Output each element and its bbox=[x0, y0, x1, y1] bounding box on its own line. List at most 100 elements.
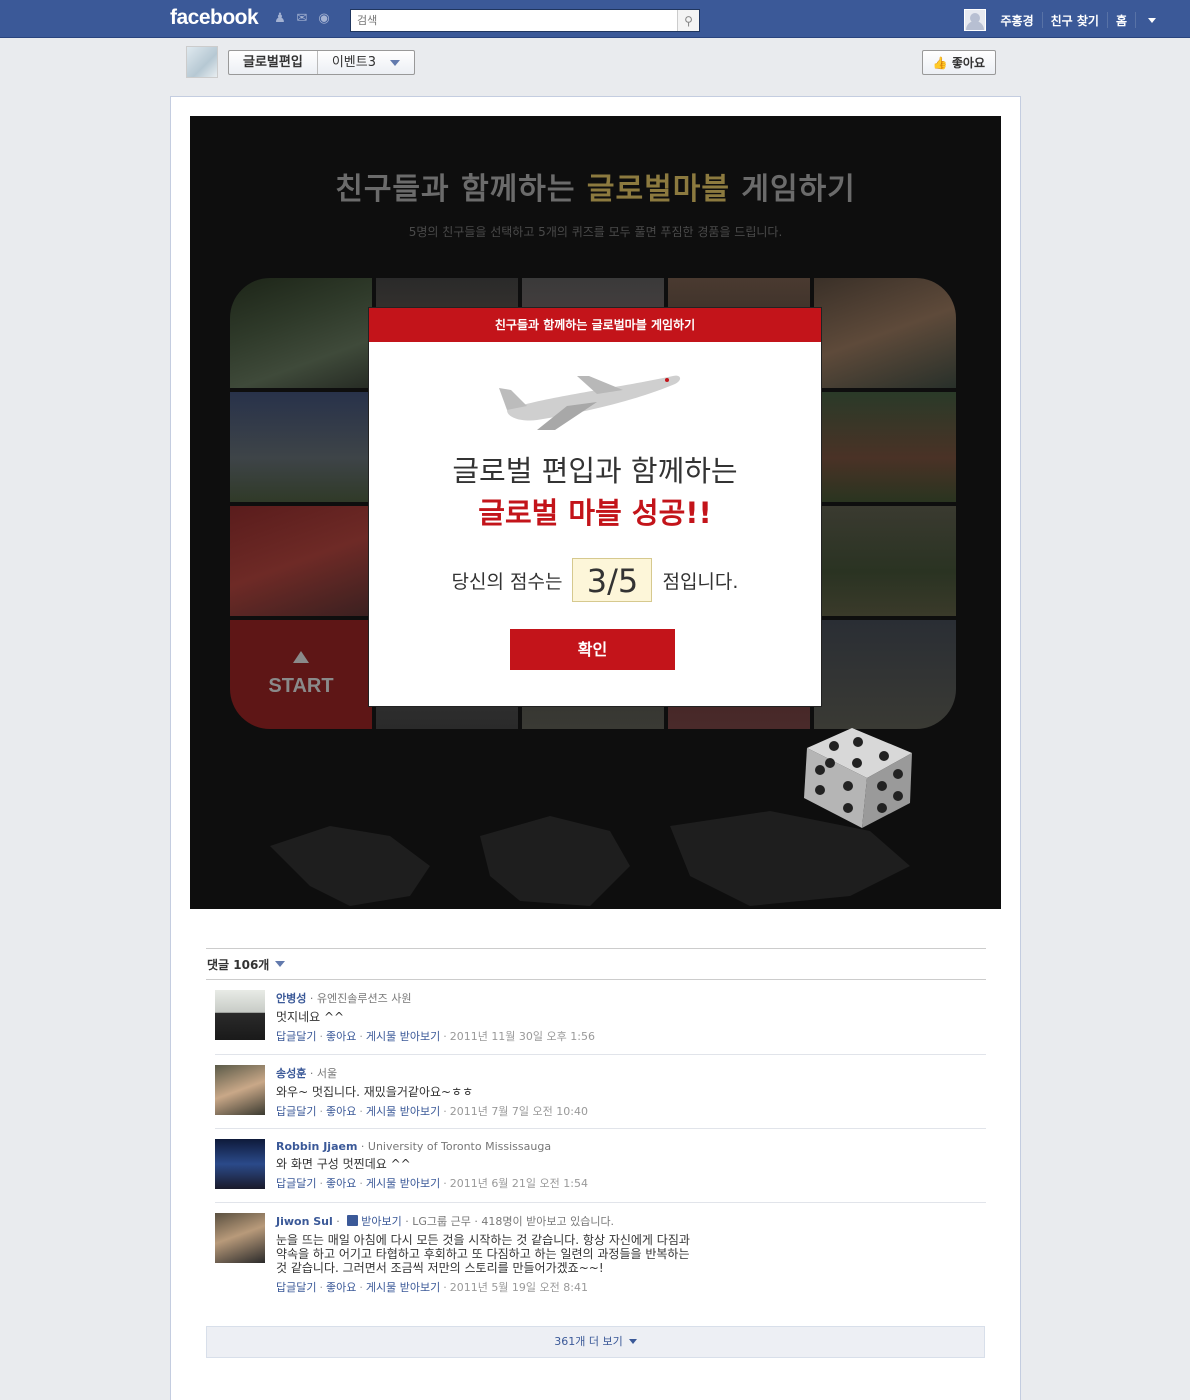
top-right-nav: 주홍경 친구 찾기 홈 bbox=[964, 8, 1156, 32]
reply-link[interactable]: 답글달기 bbox=[276, 1030, 316, 1043]
search-icon[interactable]: ⚲ bbox=[677, 10, 699, 31]
game-title-plain: 친구들과 함께하는 bbox=[335, 172, 587, 207]
reply-link[interactable]: 답글달기 bbox=[276, 1105, 316, 1118]
avatar[interactable] bbox=[215, 1065, 265, 1115]
board-tile bbox=[814, 278, 956, 388]
start-tile: START bbox=[230, 620, 372, 729]
commenter-name[interactable]: 안병성 bbox=[276, 992, 306, 1005]
page-header: 글로벌편입 이벤트3 👍 좋아요 bbox=[170, 38, 1020, 88]
board-tile bbox=[230, 392, 372, 502]
notification-icons: ♟ ✉ ◉ bbox=[272, 12, 332, 26]
game-title: 친구들과 함께하는 글로벌마블 게임하기 bbox=[190, 164, 1001, 208]
comment-timestamp[interactable]: 2011년 7월 7일 오전 10:40 bbox=[450, 1105, 588, 1118]
avatar[interactable] bbox=[215, 1213, 265, 1263]
comment-timestamp[interactable]: 2011년 11월 30일 오후 1:56 bbox=[450, 1030, 595, 1043]
follow-post-link[interactable]: 게시물 받아보기 bbox=[366, 1030, 440, 1043]
chevron-down-icon bbox=[628, 1339, 637, 1344]
like-link[interactable]: 좋아요 bbox=[326, 1030, 356, 1043]
score-prefix: 당신의 점수는 bbox=[451, 570, 563, 593]
chevron-down-icon bbox=[275, 961, 286, 967]
board-tile bbox=[814, 392, 956, 502]
score-suffix: 점입니다. bbox=[662, 570, 739, 593]
comment-text: 눈을 뜨는 매일 아침에 다시 모든 것을 시작하는 것 같습니다. 항상 자신… bbox=[276, 1233, 690, 1275]
find-friends-link[interactable]: 친구 찾기 bbox=[1043, 12, 1107, 29]
modal-message-line1: 글로벌 편입과 함께하는 bbox=[452, 454, 738, 488]
meta-separator: · bbox=[332, 1215, 344, 1228]
search-input[interactable] bbox=[351, 10, 677, 31]
facebook-logo[interactable]: facebook bbox=[170, 6, 259, 30]
commenter-meta: · 유엔진솔루션즈 사원 bbox=[306, 992, 412, 1005]
game-subtitle: 5명의 친구들을 선택하고 5개의 퀴즈를 모두 풀면 푸짐한 경품을 드립니다… bbox=[408, 225, 783, 239]
like-label: 좋아요 bbox=[951, 56, 985, 70]
comment-timestamp[interactable]: 2011년 6월 21일 오전 1:54 bbox=[450, 1177, 588, 1190]
comments-section: 댓글 106개 안병성 · 유엔진솔루션즈 사원 멋지네요 ^^ 답글달기 · 좋아… bbox=[206, 948, 986, 1305]
comment-actions: 답글달기 · 좋아요 · 게시물 받아보기 · 2011년 6월 21일 오전 1:54 bbox=[276, 1177, 588, 1190]
comment-actions: 답글달기 · 좋아요 · 게시물 받아보기 · 2011년 5월 19일 오전 8:41 bbox=[276, 1281, 588, 1294]
commenter-name[interactable]: 송성훈 bbox=[276, 1067, 306, 1080]
commenter-meta: · University of Toronto Mississauga bbox=[357, 1140, 552, 1153]
follow-post-link[interactable]: 게시물 받아보기 bbox=[366, 1281, 440, 1294]
friend-requests-icon[interactable]: ♟ bbox=[272, 12, 288, 26]
game-title-end: 게임하기 bbox=[729, 172, 856, 207]
like-link[interactable]: 좋아요 bbox=[326, 1177, 356, 1190]
comment-timestamp[interactable]: 2011년 5월 19일 오전 8:41 bbox=[450, 1281, 588, 1294]
nav-divider bbox=[1135, 12, 1136, 28]
user-avatar[interactable] bbox=[964, 9, 987, 31]
game-title-highlight: 글로벌마블 bbox=[586, 172, 730, 207]
avatar[interactable] bbox=[215, 1139, 265, 1189]
airplane-icon bbox=[499, 375, 681, 430]
notifications-globe-icon[interactable]: ◉ bbox=[316, 12, 332, 26]
confirm-button[interactable]: 확인 bbox=[510, 629, 675, 670]
commenter-meta: · LG그룹 근무 · 418명이 받아보고 있습니다. bbox=[401, 1215, 615, 1228]
comment-item: 송성훈 · 서울 와우~ 멋집니다. 재밌을거같아요~ㅎㅎ 답글달기 · 좋아요 · 게… bbox=[215, 1055, 986, 1129]
page-thumbnail[interactable] bbox=[186, 46, 218, 78]
rss-icon bbox=[347, 1215, 359, 1226]
chevron-down-icon bbox=[389, 59, 400, 66]
commenter-name[interactable]: Jiwon Sul bbox=[276, 1215, 333, 1228]
breadcrumb-tab-name: 이벤트3 bbox=[331, 55, 376, 70]
breadcrumb-page-name[interactable]: 글로벌편입 bbox=[229, 51, 317, 74]
comments-header[interactable]: 댓글 106개 bbox=[206, 948, 986, 980]
score-value: 3/5 bbox=[572, 558, 653, 602]
follow-post-link[interactable]: 게시물 받아보기 bbox=[366, 1105, 440, 1118]
follow-post-link[interactable]: 게시물 받아보기 bbox=[366, 1177, 440, 1190]
load-more-label: 361개 더 보기 bbox=[554, 1335, 623, 1348]
home-link[interactable]: 홈 bbox=[1108, 12, 1135, 29]
avatar[interactable] bbox=[215, 990, 265, 1040]
start-label: START bbox=[268, 675, 334, 697]
breadcrumb: 글로벌편입 이벤트3 bbox=[228, 50, 415, 75]
modal-message-line2: 글로벌 마블 성공!! bbox=[478, 496, 712, 530]
comment-item: Jiwon Sul · 받아보기 · LG그룹 근무 · 418명이 받아보고 … bbox=[215, 1203, 986, 1305]
comment-text: 와 화면 구성 멋찐데요 ^^ bbox=[276, 1157, 411, 1171]
reply-link[interactable]: 답글달기 bbox=[276, 1177, 316, 1190]
like-link[interactable]: 좋아요 bbox=[326, 1105, 356, 1118]
comment-text: 와우~ 멋집니다. 재밌을거같아요~ㅎㅎ bbox=[276, 1085, 474, 1099]
commenter-name[interactable]: Robbin Jjaem bbox=[276, 1140, 357, 1153]
like-link[interactable]: 좋아요 bbox=[326, 1281, 356, 1294]
breadcrumb-tab-dropdown[interactable]: 이벤트3 bbox=[318, 51, 414, 74]
comment-actions: 답글달기 · 좋아요 · 게시물 받아보기 · 2011년 11월 30일 오후 1:56 bbox=[276, 1030, 595, 1043]
board-tile bbox=[814, 506, 956, 616]
result-modal: 친구들과 함께하는 글로벌마블 게임하기 글로벌 편입과 함께하는 글로벌 마블… bbox=[369, 308, 821, 706]
dice-graphic bbox=[804, 728, 912, 828]
load-more-comments-button[interactable]: 361개 더 보기 bbox=[206, 1326, 985, 1358]
content-panel: 친구들과 함께하는 글로벌마블 게임하기 5명의 친구들을 선택하고 5개의 퀴… bbox=[170, 96, 1021, 1400]
account-menu-chevron-down-icon[interactable] bbox=[1148, 17, 1156, 23]
search-bar: ⚲ bbox=[350, 9, 700, 32]
modal-header: 친구들과 함께하는 글로벌마블 게임하기 bbox=[369, 308, 821, 342]
start-arrow-icon bbox=[293, 651, 309, 663]
score-row: 당신의 점수는 3/5 점입니다. bbox=[369, 558, 821, 602]
user-name-link[interactable]: 주홍경 bbox=[992, 12, 1041, 29]
comments-count: 댓글 106개 bbox=[207, 957, 270, 972]
comment-text: 멋지네요 ^^ bbox=[276, 1010, 345, 1024]
subscribe-link[interactable]: 받아보기 bbox=[361, 1215, 401, 1228]
board-tile bbox=[230, 506, 372, 616]
reply-link[interactable]: 답글달기 bbox=[276, 1281, 316, 1294]
global-marble-game: 친구들과 함께하는 글로벌마블 게임하기 5명의 친구들을 선택하고 5개의 퀴… bbox=[190, 116, 1001, 909]
comment-item: Robbin Jjaem · University of Toronto Mis… bbox=[215, 1129, 986, 1203]
thumbs-up-icon: 👍 bbox=[932, 55, 948, 70]
commenter-meta: · 서울 bbox=[306, 1067, 338, 1080]
top-navigation-bar: facebook ♟ ✉ ◉ ⚲ 주홍경 친구 찾기 홈 bbox=[0, 0, 1190, 38]
messages-icon[interactable]: ✉ bbox=[294, 12, 310, 26]
like-page-button[interactable]: 👍 좋아요 bbox=[921, 50, 996, 75]
